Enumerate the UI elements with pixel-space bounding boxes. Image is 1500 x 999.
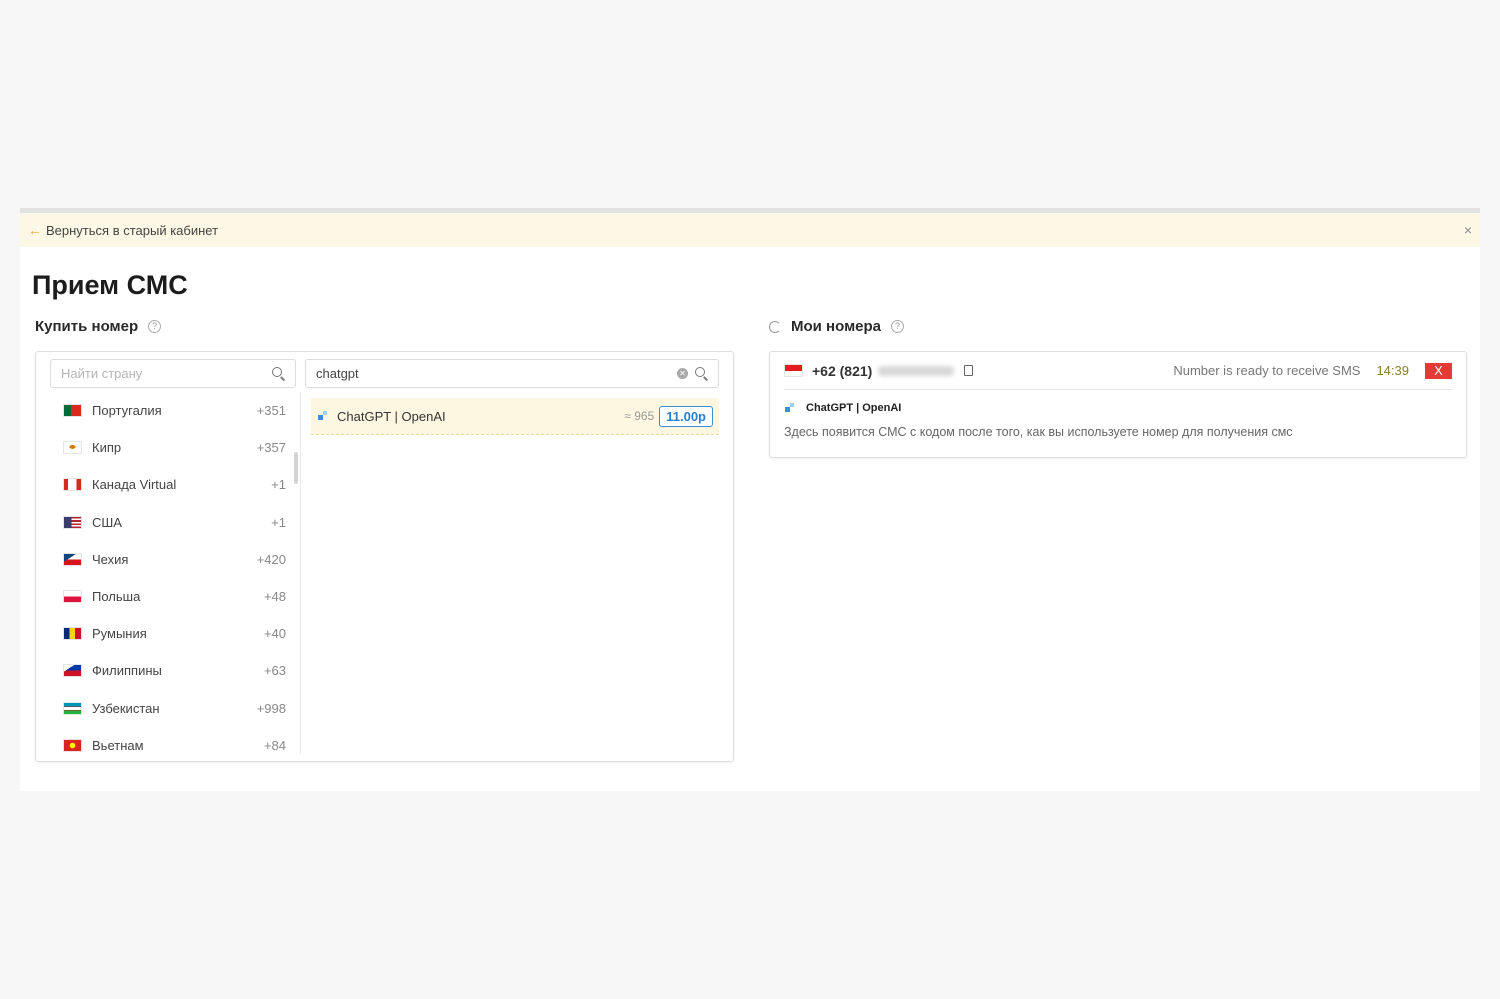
country-row[interactable]: Вьетнам +84 [50,727,286,764]
country-code: +48 [263,589,286,605]
country-name: Канада Virtual [92,477,177,493]
country-search-input[interactable]: Найти страну [50,359,296,388]
country-row[interactable]: Польша +48 [50,578,286,615]
my-numbers-panel: +62 (821) Number is ready to receive SMS… [769,351,1467,458]
number-service-name: ChatGPT | OpenAI [806,402,902,414]
poland-flag-icon [63,590,82,604]
country-name: Польша [92,589,141,605]
close-icon[interactable]: × [1464,222,1472,238]
country-list-scrollbar[interactable] [294,452,298,484]
phone-number-blurred [878,365,955,376]
country-row[interactable]: Канада Virtual +1 [50,466,286,503]
old-cabinet-banner: ← Вернуться в старый кабинет × [20,213,1480,247]
buy-number-label: Купить номер [35,318,139,335]
service-search-input[interactable]: chatgpt ✕ [305,359,719,388]
country-search-placeholder: Найти страну [61,366,143,381]
country-code: +40 [263,626,286,642]
cyprus-flag-icon [63,441,82,455]
czech-flag-icon [63,552,82,566]
number-timer: 14:39 [1376,363,1409,378]
portugal-flag-icon [63,404,82,418]
country-name: США [92,514,122,530]
usa-flag-icon [63,515,82,529]
country-row[interactable]: Кипр +357 [50,429,286,466]
country-list: Португалия +351 Кипр +357 Канада Virtual… [50,392,286,764]
canada-flag-icon [63,478,82,492]
country-code: +998 [256,700,286,716]
uzbekistan-flag-icon [63,701,82,715]
country-name: Румыния [92,626,147,642]
country-code: +357 [256,440,286,456]
romania-flag-icon [63,627,82,641]
number-row: +62 (821) Number is ready to receive SMS… [784,352,1452,390]
openai-service-icon [317,410,329,422]
app-frame: ← Вернуться в старый кабинет × Прием СМС… [20,208,1480,791]
panel-divider [300,392,301,754]
my-numbers-label: Мои номера [791,318,882,335]
copy-icon[interactable] [964,365,974,376]
service-name: ChatGPT | OpenAI [337,408,446,424]
number-service: ChatGPT | OpenAI [784,402,901,414]
indonesia-flag-icon [784,364,803,377]
country-name: Филиппины [92,663,162,679]
sms-placeholder-hint: Здесь появится СМС с кодом после того, к… [784,425,1293,439]
arrow-left-icon[interactable]: ← [28,222,44,238]
country-code: +351 [256,403,286,419]
country-row[interactable]: США +1 [50,504,286,541]
service-row-chatgpt[interactable]: ChatGPT | OpenAI ≈ 965 11.00р [311,398,719,435]
my-numbers-heading: Мои номера ? [769,318,905,335]
number-status: Number is ready to receive SMS [1173,363,1361,378]
phone-number: +62 (821) [812,362,873,379]
buy-number-panel: Найти страну chatgpt ✕ Португалия +351 К… [35,351,734,762]
page-title: Прием СМС [32,270,188,300]
country-row[interactable]: Узбекистан +998 [50,690,286,727]
help-icon[interactable]: ? [148,320,162,333]
buy-number-heading: Купить номер ? [35,318,162,335]
country-name: Вьетнам [92,737,144,753]
country-row[interactable]: Чехия +420 [50,541,286,578]
search-icon[interactable] [269,364,289,384]
service-search-value: chatgpt [316,366,359,381]
country-code: +84 [263,737,286,753]
refresh-icon[interactable] [769,320,781,333]
back-to-old-cabinet-link[interactable]: Вернуться в старый кабинет [46,223,218,238]
country-row[interactable]: Румыния +40 [50,615,286,652]
service-count: ≈ 965 [624,409,655,423]
country-row[interactable]: Филиппины +63 [50,652,286,689]
country-code: +1 [271,514,286,530]
buy-price-button[interactable]: 11.00р [659,405,713,427]
cancel-number-button[interactable]: X [1425,362,1452,379]
country-code: +1 [271,477,286,493]
clear-icon[interactable]: ✕ [677,368,688,379]
openai-service-icon [784,402,796,414]
philippines-flag-icon [63,664,82,678]
vietnam-flag-icon [63,738,82,752]
help-icon[interactable]: ? [891,320,905,333]
country-code: +420 [256,551,286,567]
search-icon[interactable] [692,364,712,384]
country-row[interactable]: Португалия +351 [50,392,286,429]
country-code: +63 [263,663,286,679]
